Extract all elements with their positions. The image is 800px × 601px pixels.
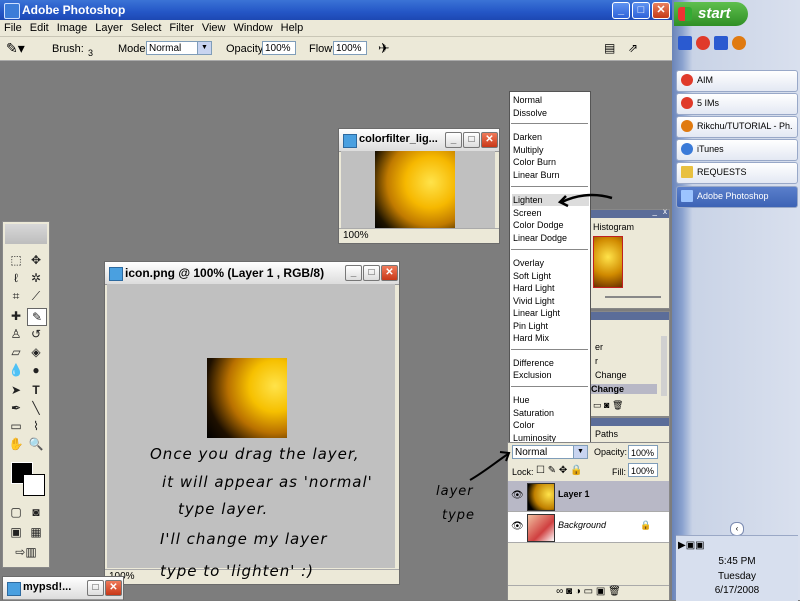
annotation-text: layer [436,484,474,499]
arrow-to-blend-select-icon [469,453,509,481]
aim-icon [681,97,693,109]
task-firefox[interactable]: Rikchu/TUTORIAL - Ph... [676,116,798,138]
task-requests[interactable]: REQUESTS [676,162,798,184]
task-label: Rikchu/TUTORIAL - Ph... [697,121,793,131]
start-label: start [698,5,731,22]
aim-quicklaunch-icon[interactable] [696,36,710,50]
task-ims[interactable]: 5 IMs [676,93,798,115]
photoshop-icon [681,190,693,202]
annotation-text: type layer. [178,500,269,518]
start-button[interactable]: start [674,2,748,26]
annotation-text: type [442,508,476,523]
task-photoshop[interactable]: Adobe Photoshop [676,186,798,208]
folder-icon [681,166,693,178]
annotation-text: I'll change my layer [160,530,328,548]
task-label: 5 IMs [697,98,720,108]
tray-expand-icon[interactable]: ‹ [730,522,744,536]
windows-logo-icon [678,7,692,21]
arrow-to-lighten-icon [561,193,613,204]
annotation-text: it will appear as 'normal' [162,473,373,491]
task-label: iTunes [697,144,724,154]
task-itunes[interactable]: iTunes [676,139,798,161]
firefox-icon [681,120,693,132]
annotation-text: type to 'lighten' :) [160,562,315,580]
aim-icon [681,74,693,86]
firefox-quicklaunch-icon[interactable] [732,36,746,50]
task-label: Adobe Photoshop [697,191,769,201]
task-aim[interactable]: AIM [676,70,798,92]
clock-day: Tuesday [718,571,756,582]
itunes-icon [681,143,693,155]
task-label: AIM [697,75,714,85]
clock-time[interactable]: 5:45 PM [676,556,798,567]
annotation-arrows [469,193,613,481]
annotation-text: Once you drag the layer, [150,445,360,463]
photoshop-window: Adobe Photoshop _ □ ✕ File Edit Image Layer… [0,0,672,600]
word-quicklaunch-icon[interactable] [678,36,692,50]
clock-date: 6/17/2008 [714,585,760,596]
tray-icons-icon[interactable]: ▶▣▣ [678,540,705,551]
system-tray: ▶▣▣ 5:45 PM Tuesday 6/17/2008 [676,535,798,601]
task-label: REQUESTS [697,167,747,177]
ie-quicklaunch-icon[interactable] [714,36,728,50]
